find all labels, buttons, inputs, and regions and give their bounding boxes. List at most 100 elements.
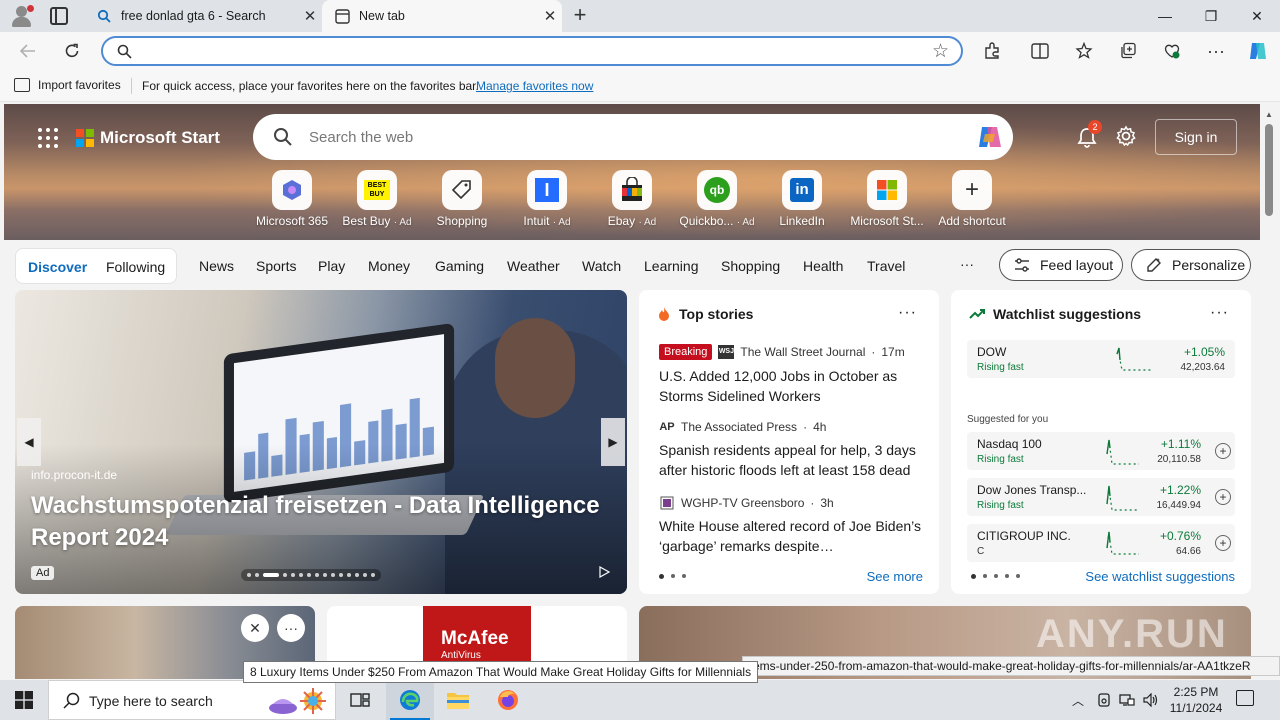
tab-discover[interactable]: Discover	[28, 259, 87, 275]
restore-button[interactable]: ❐	[1188, 0, 1234, 32]
card-more-options-button[interactable]: ···	[277, 614, 305, 642]
carousel-previous-button[interactable]: ◀	[17, 418, 41, 466]
carousel-headline[interactable]: Wachstumspotenzial freisetzen - Data Int…	[31, 490, 601, 554]
network-icon[interactable]	[1116, 680, 1138, 720]
new-tab-button[interactable]: +	[568, 4, 592, 28]
stock-row[interactable]: Dow Jones Transp... Rising fast +1.22% 1…	[967, 478, 1235, 516]
nav-travel[interactable]: Travel	[867, 258, 905, 274]
close-tab-icon[interactable]: ✕	[298, 7, 322, 25]
action-center-icon[interactable]	[1236, 690, 1254, 706]
nav-weather[interactable]: Weather	[507, 258, 560, 274]
nav-learning[interactable]: Learning	[644, 258, 699, 274]
timestamp: 4h	[813, 420, 827, 434]
more-options-button[interactable]: ···	[1210, 304, 1229, 322]
start-button[interactable]	[0, 680, 48, 720]
stock-row[interactable]: CITIGROUP INC. C +0.76% 64.66 +	[967, 524, 1235, 562]
add-to-watchlist-button[interactable]: +	[1215, 443, 1231, 459]
task-view-icon[interactable]	[336, 680, 384, 720]
copilot-icon[interactable]	[1244, 38, 1272, 64]
back-icon[interactable]	[14, 38, 42, 64]
story-headline[interactable]: Spanish residents appeal for help, 3 day…	[659, 440, 925, 480]
shortcut-best-buy[interactable]: BEST BUY Best Buy · Ad	[334, 170, 420, 228]
carousel-pager[interactable]	[241, 569, 381, 581]
nav-sports[interactable]: Sports	[256, 258, 296, 274]
nav-shopping[interactable]: Shopping	[721, 258, 780, 274]
system-clock[interactable]: 2:25 PM 11/1/2024	[1164, 684, 1228, 716]
tab-search[interactable]: free donlad gta 6 - Search ✕	[84, 0, 322, 32]
story-headline[interactable]: White House altered record of Joe Biden’…	[659, 516, 925, 556]
watchlist-pager[interactable]	[971, 574, 1020, 579]
nav-news[interactable]: News	[199, 258, 234, 274]
shortcut-microsoft-365[interactable]: Microsoft 365	[249, 170, 335, 228]
stock-row[interactable]: Nasdaq 100 Rising fast +1.11% 20,110.58 …	[967, 432, 1235, 470]
favorite-star-icon[interactable]: ☆	[932, 40, 949, 63]
stories-pager[interactable]	[659, 574, 686, 579]
settings-gear-icon[interactable]	[1115, 125, 1137, 150]
volume-icon[interactable]	[1140, 680, 1162, 720]
favorites-icon[interactable]	[1070, 38, 1098, 64]
shortcut-shopping[interactable]: Shopping	[419, 170, 505, 228]
split-screen-icon[interactable]	[1026, 38, 1054, 64]
shortcut-ebay[interactable]: Ebay · Ad	[589, 170, 675, 228]
apps-launcher-icon[interactable]	[38, 128, 58, 148]
more-options-button[interactable]: ···	[898, 304, 917, 322]
collections-icon[interactable]	[1114, 38, 1142, 64]
story-item[interactable]: Breaking WSJ The Wall Street Journal · 1…	[659, 344, 925, 406]
nav-play[interactable]: Play	[318, 258, 345, 274]
shortcut-linkedin[interactable]: in LinkedIn	[759, 170, 845, 228]
close-tab-icon[interactable]: ✕	[538, 7, 562, 25]
tab-following[interactable]: Following	[106, 259, 165, 275]
device-icon[interactable]	[1094, 680, 1114, 720]
carousel-next-button[interactable]: ▶	[601, 418, 625, 466]
file-explorer-icon[interactable]	[434, 680, 482, 720]
show-hidden-icons-chevron-icon[interactable]: ︿	[1066, 680, 1090, 720]
sign-in-button[interactable]: Sign in	[1155, 119, 1237, 155]
extensions-icon[interactable]	[978, 38, 1006, 64]
shortcut-microsoft-store[interactable]: Microsoft St...	[844, 170, 930, 228]
refresh-icon[interactable]	[58, 38, 86, 64]
scroll-up-icon[interactable]: ▲	[1265, 110, 1273, 119]
link-status-url: items-under-250-from-amazon-that-would-m…	[742, 656, 1280, 676]
story-item[interactable]: WGHP-TV Greensboro · 3h White House alte…	[659, 496, 925, 556]
dismiss-card-button[interactable]: ✕	[241, 614, 269, 642]
manage-favorites-link[interactable]: Manage favorites now	[476, 79, 593, 93]
edge-taskbar-icon[interactable]	[386, 680, 434, 720]
notifications-bell-icon[interactable]: 2	[1076, 120, 1102, 151]
web-search-box[interactable]: Search the web	[253, 114, 1013, 160]
close-window-button[interactable]: ✕	[1234, 0, 1280, 32]
nav-more-button[interactable]: ···	[960, 256, 974, 272]
tab-actions-icon[interactable]	[50, 7, 68, 25]
scrollbar-thumb[interactable]	[1265, 124, 1273, 216]
shortcut-intuit[interactable]: I Intuit · Ad	[504, 170, 590, 228]
settings-more-icon[interactable]: ···	[1202, 38, 1230, 64]
story-headline[interactable]: U.S. Added 12,000 Jobs in October as Sto…	[659, 366, 925, 406]
address-bar[interactable]: ☆	[101, 36, 963, 66]
browser-essentials-icon[interactable]	[1158, 38, 1186, 64]
taskbar-search-box[interactable]: Type here to search	[48, 680, 336, 720]
nav-health[interactable]: Health	[803, 258, 843, 274]
stock-row[interactable]: DOW Rising fast +1.05% 42,203.64	[967, 340, 1235, 378]
hero-ad-carousel[interactable]: ◀ ▶ info.procon-it.de Wachstumspotenzial…	[15, 290, 627, 594]
story-item[interactable]: AP The Associated Press · 4h Spanish res…	[659, 420, 925, 480]
ad-choices-icon[interactable]	[598, 565, 611, 581]
nav-money[interactable]: Money	[368, 258, 410, 274]
vertical-scrollbar[interactable]: ▲	[1260, 104, 1280, 679]
add-to-watchlist-button[interactable]: +	[1215, 489, 1231, 505]
stock-name: DOW	[977, 345, 1007, 359]
see-more-link[interactable]: See more	[867, 569, 923, 584]
personalize-button[interactable]: Personalize	[1131, 249, 1251, 281]
firefox-icon[interactable]	[484, 680, 532, 720]
see-watchlist-suggestions-link[interactable]: See watchlist suggestions	[1085, 569, 1235, 584]
nav-gaming[interactable]: Gaming	[435, 258, 484, 274]
feed-layout-button[interactable]: Feed layout	[999, 249, 1123, 281]
tab-new-tab[interactable]: New tab ✕	[322, 0, 562, 32]
copilot-icon[interactable]	[975, 122, 1005, 152]
microsoft-start-logo[interactable]: Microsoft Start	[76, 128, 220, 148]
nav-watch[interactable]: Watch	[582, 258, 621, 274]
import-favorites-button[interactable]: Import favorites	[14, 78, 121, 92]
shortcut-add[interactable]: + Add shortcut	[929, 170, 1015, 228]
profile-avatar-icon[interactable]	[10, 4, 34, 28]
shortcut-quickbooks[interactable]: qb Quickbo... · Ad	[674, 170, 760, 228]
minimize-button[interactable]: —	[1142, 0, 1188, 32]
add-to-watchlist-button[interactable]: +	[1215, 535, 1231, 551]
